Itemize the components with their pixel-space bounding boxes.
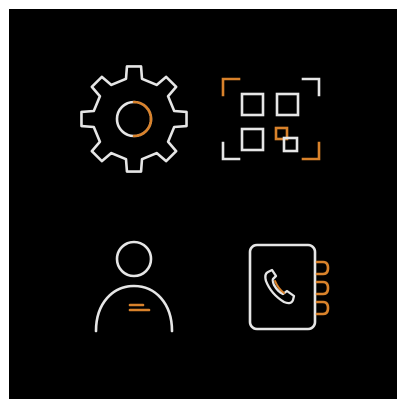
contacts-tile[interactable] [192, 210, 332, 350]
watch-screen [9, 9, 397, 399]
gear-icon [80, 65, 188, 173]
phonebook-icon [248, 243, 330, 331]
person-icon [94, 240, 174, 333]
settings-tile[interactable] [64, 49, 204, 189]
qr-scan-icon [221, 77, 321, 161]
profile-tile[interactable] [64, 210, 204, 350]
qr-scan-tile[interactable] [192, 49, 332, 189]
